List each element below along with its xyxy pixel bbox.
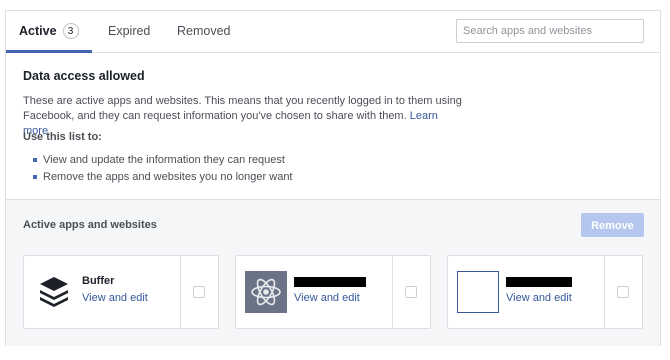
view-and-edit-link[interactable]: View and edit (294, 292, 360, 304)
select-checkbox[interactable] (617, 286, 629, 298)
app-card-buffer: Buffer View and edit (23, 255, 219, 329)
blank-app-icon (457, 271, 499, 313)
view-and-edit-link[interactable]: View and edit (82, 292, 148, 304)
tab-removed[interactable]: Removed (177, 11, 231, 52)
card-divider (180, 256, 181, 328)
description-text: These are active apps and websites. This… (23, 95, 462, 122)
active-apps-title: Active apps and websites (23, 219, 157, 231)
use-list-label: Use this list to: (23, 131, 102, 143)
card-divider (604, 256, 605, 328)
card-divider (392, 256, 393, 328)
search-input[interactable] (456, 19, 644, 43)
use-list: View and update the information they can… (33, 153, 293, 187)
list-item: View and update the information they can… (33, 153, 293, 170)
apps-panel: Active 3 Expired Removed Data access allo… (5, 10, 661, 346)
tab-expired[interactable]: Expired (108, 11, 150, 52)
app-card-third: View and edit (447, 255, 643, 329)
tab-active-label: Active (19, 24, 57, 38)
tab-active[interactable]: Active 3 (6, 11, 91, 53)
tab-bar: Active 3 Expired Removed (6, 11, 660, 53)
active-apps-section: Active apps and websites Remove Buffer V… (6, 199, 660, 346)
buffer-stack-icon (40, 277, 68, 307)
select-checkbox[interactable] (405, 286, 417, 298)
redacted-app-name (294, 277, 366, 287)
section-heading: Data access allowed (23, 69, 145, 83)
redacted-app-name (506, 277, 572, 287)
app-name: Buffer (82, 275, 115, 287)
list-item: Remove the apps and websites you no long… (33, 170, 293, 187)
atom-icon (245, 271, 287, 313)
view-and-edit-link[interactable]: View and edit (506, 292, 572, 304)
active-count-badge: 3 (62, 23, 79, 39)
remove-button[interactable]: Remove (581, 213, 644, 237)
select-checkbox[interactable] (193, 286, 205, 298)
data-access-section: Data access allowed These are active app… (23, 69, 653, 183)
app-card-atom: View and edit (235, 255, 431, 329)
